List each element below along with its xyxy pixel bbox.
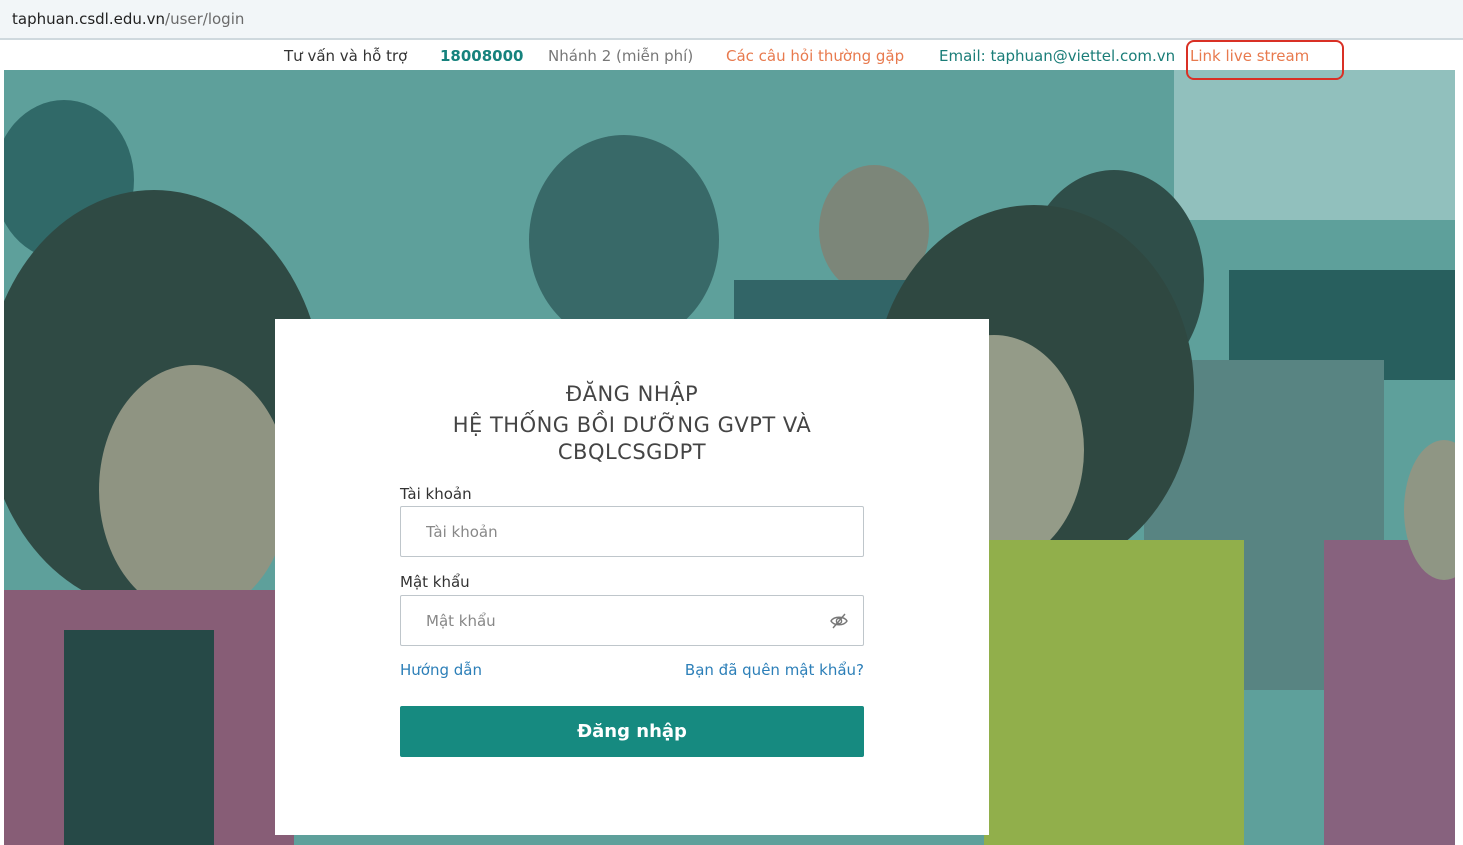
- forgot-password-link[interactable]: Bạn đã quên mật khẩu?: [685, 661, 864, 679]
- guide-link[interactable]: Hướng dẫn: [400, 661, 482, 679]
- login-title: ĐĂNG NHẬP: [565, 382, 699, 406]
- login-subtitle: HỆ THỐNG BỒI DƯỠNG GVPT VÀ CBQLCSGDPT: [452, 413, 812, 464]
- support-branch: Nhánh 2 (miễn phí): [548, 47, 694, 65]
- login-card: ĐĂNG NHẬP HỆ THỐNG BỒI DƯỠNG GVPT VÀ CBQ…: [275, 319, 989, 835]
- password-label: Mật khẩu: [400, 573, 470, 591]
- username-input[interactable]: [401, 507, 863, 556]
- eye-slash-icon[interactable]: [829, 612, 849, 630]
- login-button[interactable]: Đăng nhập: [400, 706, 864, 757]
- support-phone[interactable]: 18008000: [440, 47, 524, 65]
- url-host: taphuan.csdl.edu.vn: [12, 10, 166, 28]
- browser-address-bar[interactable]: taphuan.csdl.edu.vn/user/login: [0, 0, 1463, 40]
- live-stream-highlight-box: [1186, 40, 1344, 80]
- password-input[interactable]: [401, 596, 863, 645]
- support-email[interactable]: Email: taphuan@viettel.com.vn: [939, 47, 1175, 65]
- support-label: Tư vấn và hỗ trợ: [284, 47, 408, 65]
- faq-link[interactable]: Các câu hỏi thường gặp: [726, 47, 904, 65]
- password-field-wrapper: [400, 595, 864, 646]
- url-path: /user/login: [165, 10, 245, 28]
- username-label: Tài khoản: [400, 485, 472, 503]
- username-field-wrapper: [400, 506, 864, 557]
